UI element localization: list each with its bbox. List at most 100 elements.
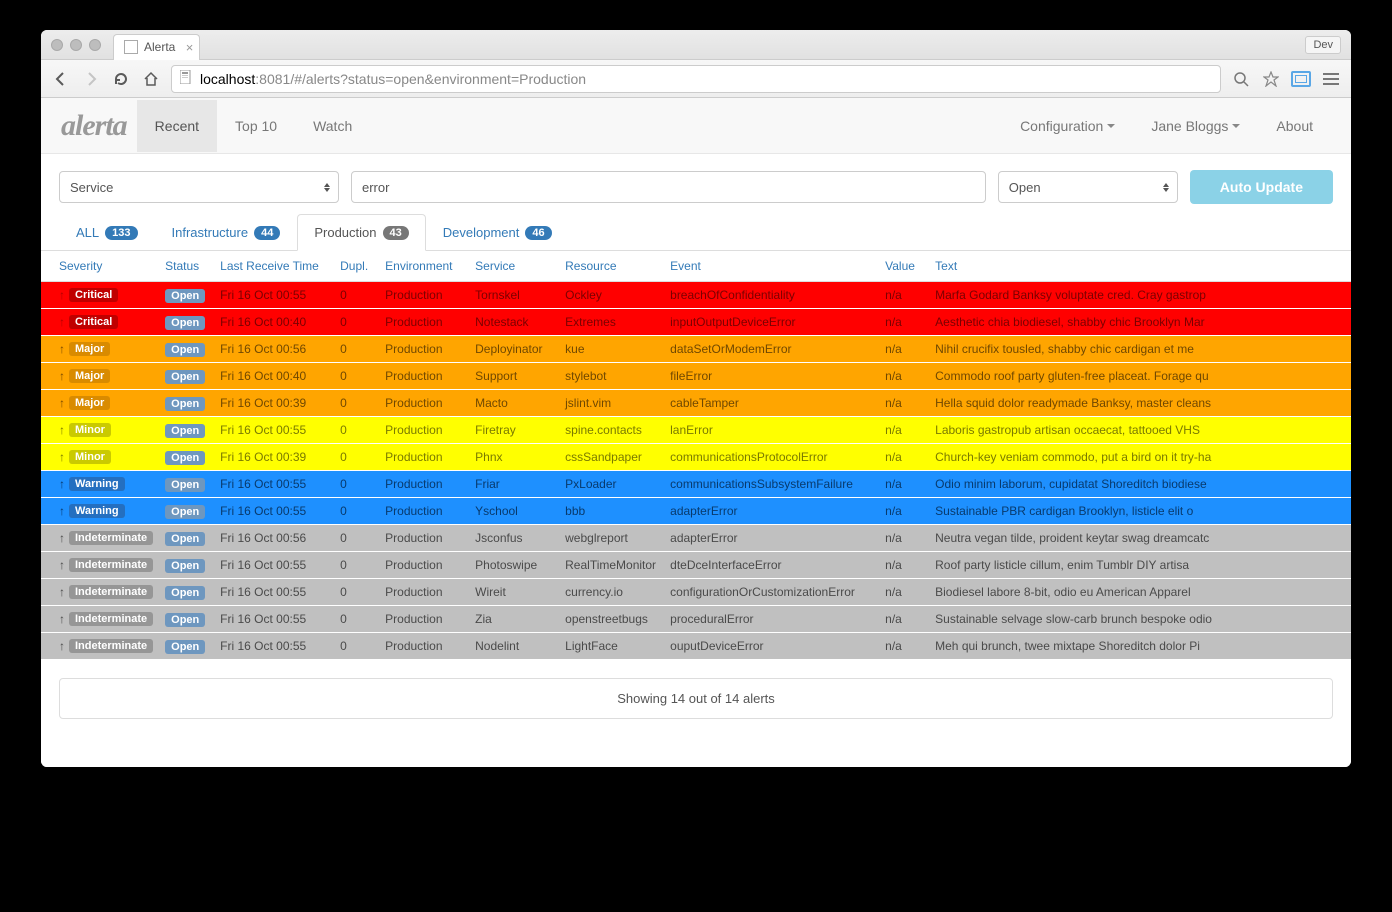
- status-badge: Open: [165, 397, 205, 411]
- home-button[interactable]: [141, 69, 161, 89]
- table-row[interactable]: ↑ IndeterminateOpenFri 16 Oct 00:550Prod…: [41, 579, 1351, 606]
- column-header[interactable]: Dupl.: [334, 251, 379, 282]
- cell-event: configurationOrCustomizationError: [664, 579, 879, 606]
- column-header[interactable]: Severity: [41, 251, 159, 282]
- table-row[interactable]: ↑ MajorOpenFri 16 Oct 00:390ProductionMa…: [41, 390, 1351, 417]
- table-row[interactable]: ↑ IndeterminateOpenFri 16 Oct 00:550Prod…: [41, 606, 1351, 633]
- status-badge: Open: [165, 289, 205, 303]
- cell-env: Production: [379, 498, 469, 525]
- table-row[interactable]: ↑ IndeterminateOpenFri 16 Oct 00:550Prod…: [41, 633, 1351, 660]
- cell-svc: Photoswipe: [469, 552, 559, 579]
- cell-svc: Deployinator: [469, 336, 559, 363]
- cell-env: Production: [379, 606, 469, 633]
- cell-text: Commodo roof party gluten-free placeat. …: [929, 363, 1351, 390]
- reload-button[interactable]: [111, 69, 131, 89]
- chevron-down-icon: [1232, 124, 1240, 128]
- search-input[interactable]: error: [351, 171, 986, 203]
- traffic-close-icon[interactable]: [51, 39, 63, 51]
- menu-icon[interactable]: [1321, 69, 1341, 89]
- cell-dupl: 0: [334, 444, 379, 471]
- column-header[interactable]: Last Receive Time: [214, 251, 334, 282]
- table-row[interactable]: ↑ IndeterminateOpenFri 16 Oct 00:550Prod…: [41, 552, 1351, 579]
- service-select[interactable]: Service: [59, 171, 339, 203]
- env-tab-label: ALL: [76, 225, 99, 240]
- table-row[interactable]: ↑ WarningOpenFri 16 Oct 00:550Production…: [41, 498, 1351, 525]
- cell-time: Fri 16 Oct 00:55: [214, 282, 334, 309]
- cell-val: n/a: [879, 498, 929, 525]
- page-info-icon[interactable]: [180, 70, 192, 87]
- nav-recent[interactable]: Recent: [137, 100, 217, 152]
- browser-tab[interactable]: Alerta ×: [113, 34, 200, 60]
- search-icon[interactable]: [1231, 69, 1251, 89]
- column-header[interactable]: Event: [664, 251, 879, 282]
- cell-event: communicationsProtocolError: [664, 444, 879, 471]
- status-select[interactable]: Open: [998, 171, 1178, 203]
- cell-time: Fri 16 Oct 00:56: [214, 336, 334, 363]
- nav-right: Configuration Jane Bloggs About: [1002, 100, 1331, 152]
- table-row[interactable]: ↑ IndeterminateOpenFri 16 Oct 00:560Prod…: [41, 525, 1351, 552]
- bookmark-icon[interactable]: [1261, 69, 1281, 89]
- cell-res: kue: [559, 336, 664, 363]
- cell-time: Fri 16 Oct 00:55: [214, 579, 334, 606]
- nav-user[interactable]: Jane Bloggs: [1133, 100, 1258, 152]
- arrow-up-icon: ↑: [59, 558, 65, 572]
- cell-svc: Support: [469, 363, 559, 390]
- table-row[interactable]: ↑ MinorOpenFri 16 Oct 00:390ProductionPh…: [41, 444, 1351, 471]
- column-header[interactable]: Environment: [379, 251, 469, 282]
- cell-dupl: 0: [334, 309, 379, 336]
- severity-badge: Indeterminate: [69, 612, 153, 626]
- cell-time: Fri 16 Oct 00:40: [214, 363, 334, 390]
- column-header[interactable]: Text: [929, 251, 1351, 282]
- close-tab-icon[interactable]: ×: [186, 40, 194, 55]
- updown-icon: [1163, 183, 1169, 192]
- forward-button[interactable]: [81, 69, 101, 89]
- column-header[interactable]: Resource: [559, 251, 664, 282]
- table-row[interactable]: ↑ WarningOpenFri 16 Oct 00:550Production…: [41, 471, 1351, 498]
- table-header-row: SeverityStatusLast Receive TimeDupl.Envi…: [41, 251, 1351, 282]
- env-tab-production[interactable]: Production43: [297, 214, 425, 251]
- table-row[interactable]: ↑ MajorOpenFri 16 Oct 00:400ProductionSu…: [41, 363, 1351, 390]
- table-row[interactable]: ↑ CriticalOpenFri 16 Oct 00:400Productio…: [41, 309, 1351, 336]
- cell-env: Production: [379, 552, 469, 579]
- url-bar[interactable]: localhost:8081/#/alerts?status=open&envi…: [171, 65, 1221, 93]
- traffic-max-icon[interactable]: [89, 39, 101, 51]
- nav-about[interactable]: About: [1258, 100, 1331, 152]
- back-button[interactable]: [51, 69, 71, 89]
- cell-svc: Nodelint: [469, 633, 559, 660]
- cell-dupl: 0: [334, 633, 379, 660]
- nav-left: Recent Top 10 Watch: [137, 100, 371, 152]
- cell-res: webglreport: [559, 525, 664, 552]
- brand[interactable]: alerta: [61, 109, 127, 143]
- table-row[interactable]: ↑ MinorOpenFri 16 Oct 00:550ProductionFi…: [41, 417, 1351, 444]
- arrow-up-icon: ↑: [59, 639, 65, 653]
- traffic-min-icon[interactable]: [70, 39, 82, 51]
- arrow-up-icon: ↑: [59, 612, 65, 626]
- cell-svc: Phnx: [469, 444, 559, 471]
- cell-val: n/a: [879, 471, 929, 498]
- severity-badge: Major: [69, 369, 110, 383]
- auto-update-button[interactable]: Auto Update: [1190, 170, 1333, 204]
- env-tab-count-badge: 46: [525, 226, 551, 240]
- env-tab-development[interactable]: Development46: [426, 214, 569, 251]
- cell-res: openstreetbugs: [559, 606, 664, 633]
- nav-top10[interactable]: Top 10: [217, 100, 295, 152]
- results-footer: Showing 14 out of 14 alerts: [59, 678, 1333, 719]
- cell-text: Church-key veniam commodo, put a bird on…: [929, 444, 1351, 471]
- column-header[interactable]: Status: [159, 251, 214, 282]
- table-row[interactable]: ↑ CriticalOpenFri 16 Oct 00:550Productio…: [41, 282, 1351, 309]
- env-tab-all[interactable]: ALL133: [59, 214, 155, 251]
- cell-env: Production: [379, 444, 469, 471]
- arrow-up-icon: ↑: [59, 423, 65, 437]
- devtools-icon[interactable]: [1291, 71, 1311, 87]
- cell-val: n/a: [879, 390, 929, 417]
- env-tab-infrastructure[interactable]: Infrastructure44: [155, 214, 298, 251]
- status-badge: Open: [165, 424, 205, 438]
- column-header[interactable]: Service: [469, 251, 559, 282]
- cell-dupl: 0: [334, 579, 379, 606]
- column-header[interactable]: Value: [879, 251, 929, 282]
- cell-event: adapterError: [664, 525, 879, 552]
- nav-watch[interactable]: Watch: [295, 100, 370, 152]
- nav-configuration[interactable]: Configuration: [1002, 100, 1133, 152]
- table-row[interactable]: ↑ MajorOpenFri 16 Oct 00:560ProductionDe…: [41, 336, 1351, 363]
- cell-text: Marfa Godard Banksy voluptate cred. Cray…: [929, 282, 1351, 309]
